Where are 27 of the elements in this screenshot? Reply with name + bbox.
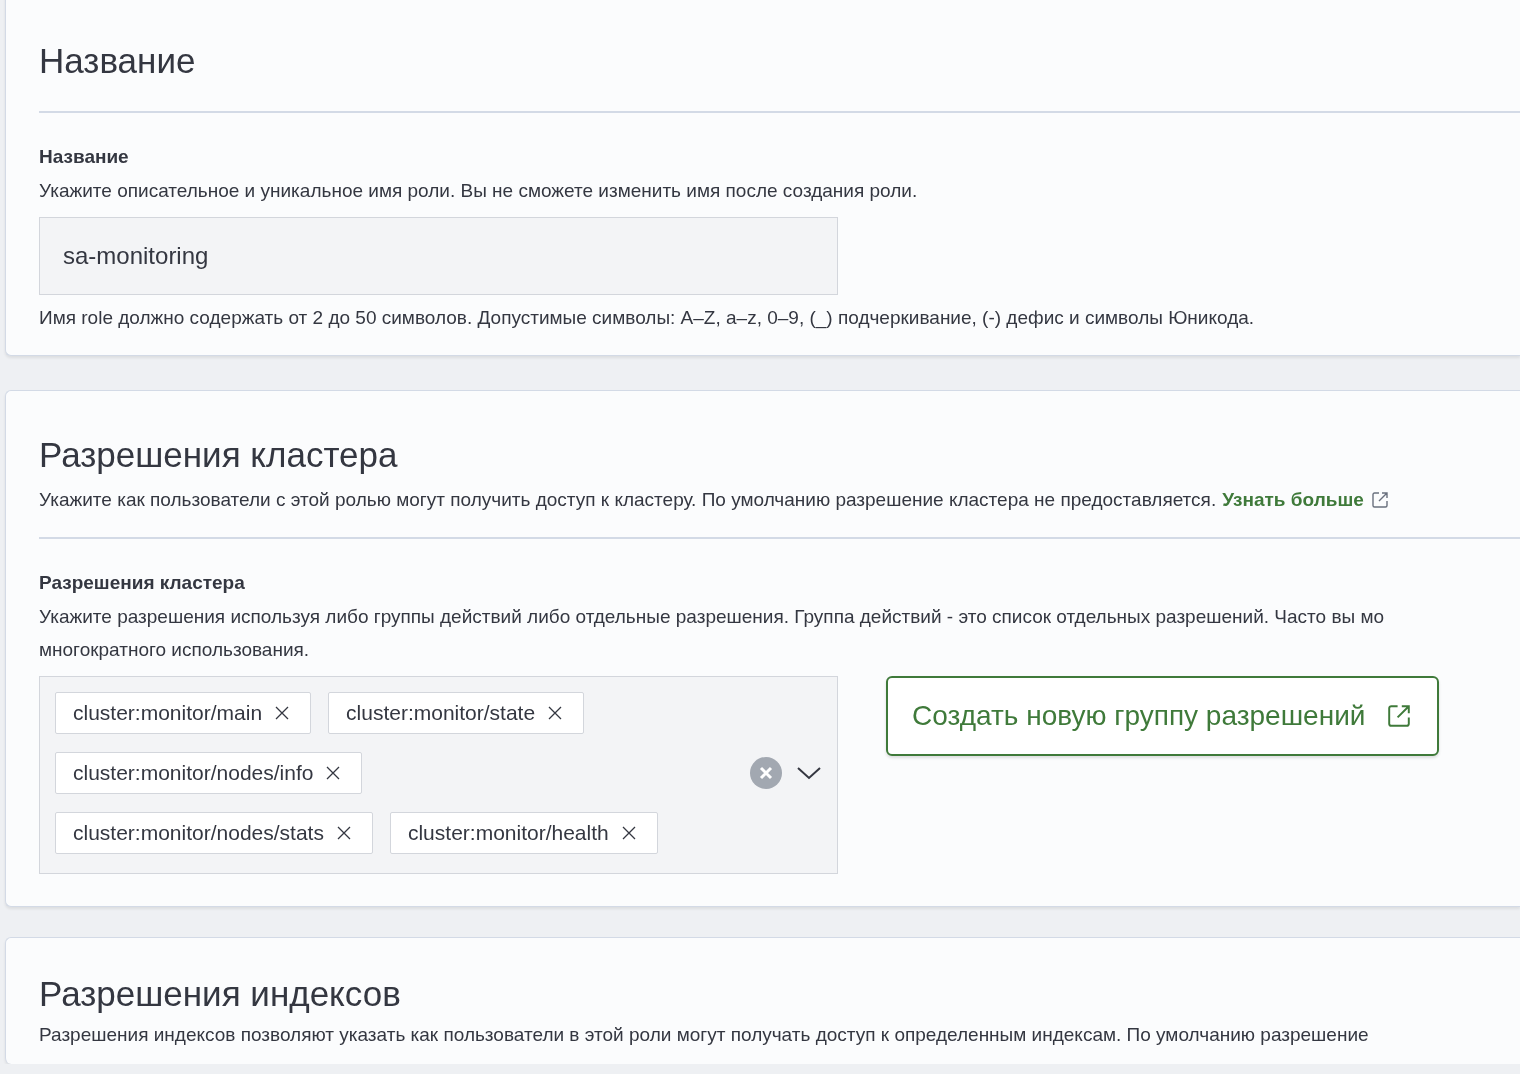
external-link-icon (1369, 490, 1390, 510)
chip-label: cluster:monitor/state (346, 701, 536, 725)
chip-label: cluster:monitor/nodes/info (73, 761, 314, 785)
remove-icon[interactable] (274, 705, 291, 721)
section-description: Укажите как пользователи с этой ролью могут получить доступ к кластеру. По умолчанию разрешение кластера не предоставляется. (39, 489, 1217, 511)
field-label: Разрешения кластера (39, 571, 246, 595)
chevron-down-icon[interactable] (796, 765, 822, 781)
field-label: Название (39, 145, 130, 169)
section-title: Разрешения кластера (39, 435, 399, 475)
help-text: Имя role должно содержать от 2 до 50 символов. Допустимые символы: A–Z, a–z, 0–9, (_) подчеркивание, (-) дефис и символы Юникода. (39, 307, 1256, 329)
section-title: Разрешения индексов (39, 974, 402, 1014)
name-input[interactable]: sa-monitoring (39, 217, 838, 295)
field-description: Укажите описательное и уникальное имя роли. Вы не сможете изменить имя после создания роли. (39, 179, 919, 203)
section-description: Разрешения индексов позволяют указать как пользователи в этой роли могут получать доступ к определенным индексам. По умолчанию разрешение (39, 1024, 1369, 1046)
chip-label: cluster:monitor/nodes/stats (73, 821, 324, 845)
remove-icon[interactable] (335, 825, 352, 841)
field-description: Укажите разрешения используя либо группы действий либо отдельные разрешения. Группа действий - это список отдельных разрешений. Часто вы мо (39, 605, 1386, 629)
remove-icon[interactable] (620, 825, 637, 841)
chip-label: cluster:monitor/main (73, 701, 263, 725)
remove-icon[interactable] (547, 705, 564, 721)
remove-icon[interactable] (325, 765, 342, 781)
field-description: многократного использования. (39, 638, 311, 662)
learn-more-link[interactable]: Узнать больше (1222, 489, 1364, 511)
create-group-button[interactable]: Создать новую группу разрешений (886, 676, 1440, 756)
permissions-combobox[interactable]: cluster:monitor/main cluster:monitor/state cluster:monitor/nodes/info cluster:monitor/nodes/stats cluster:monitor/health (39, 676, 838, 874)
section-title: Название (39, 41, 197, 81)
chip-label: cluster:monitor/health (407, 821, 609, 845)
